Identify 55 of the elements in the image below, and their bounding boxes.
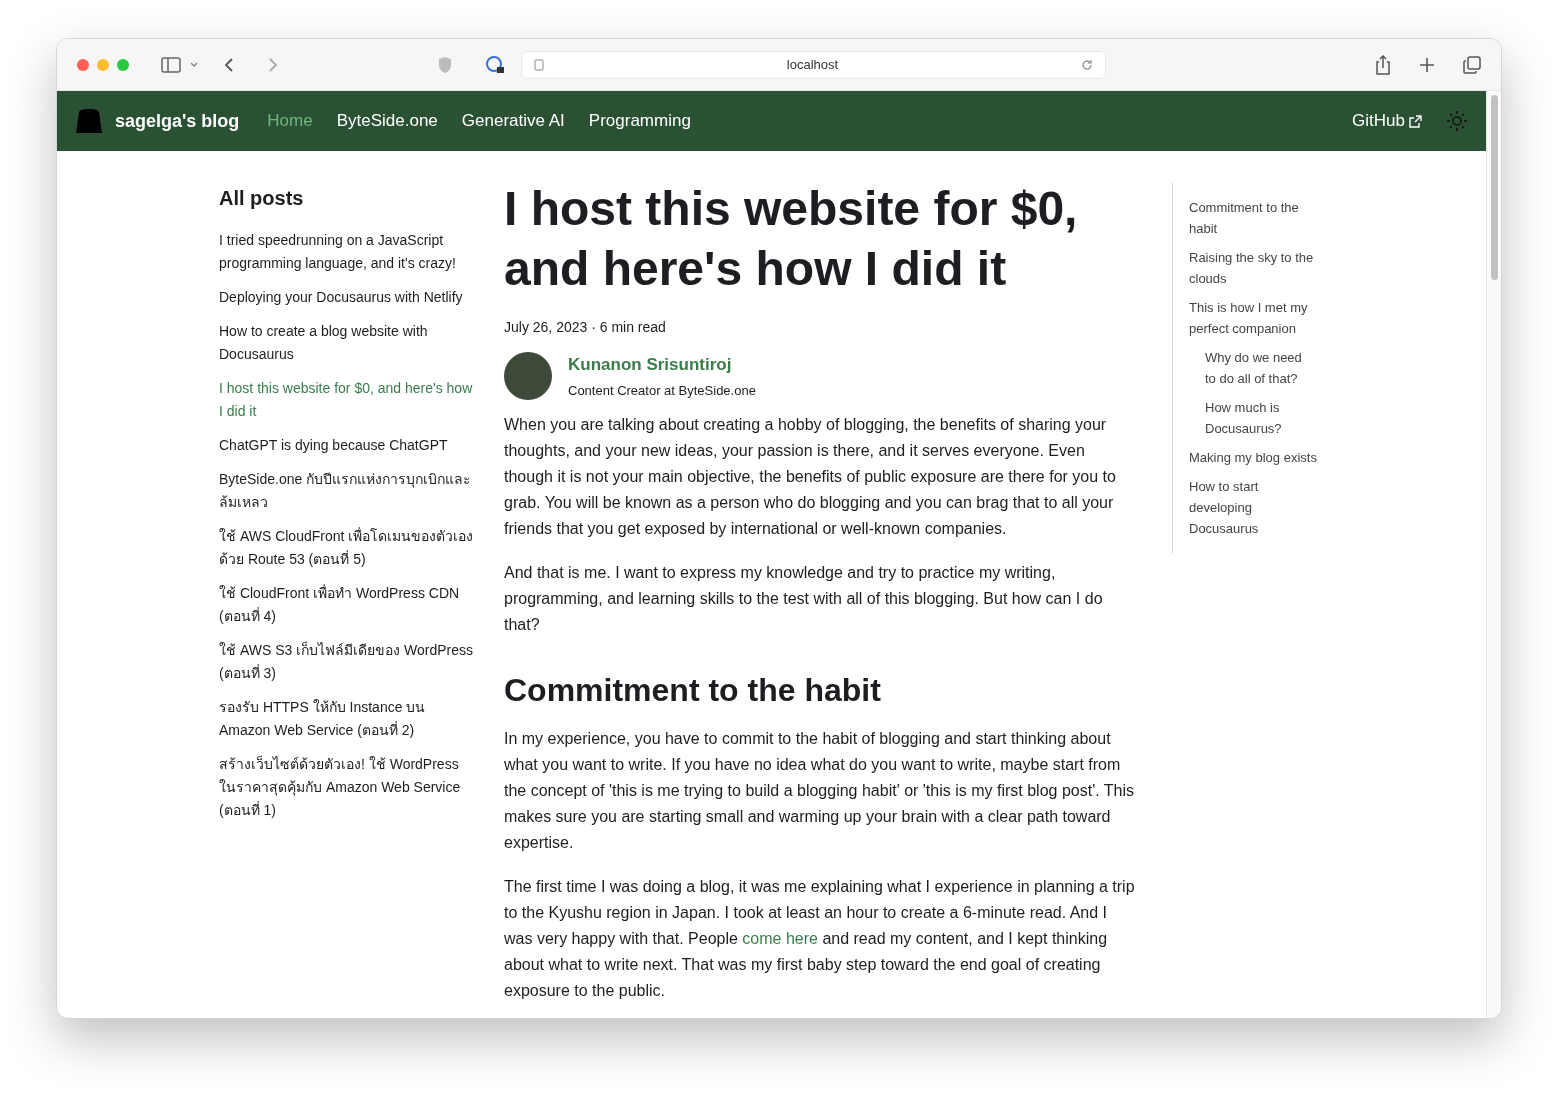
toc-link[interactable]: Why do we need to do all of that? (1189, 347, 1324, 389)
sidebar-post-link[interactable]: I tried speedrunning on a JavaScript programming language, and it's crazy! (219, 229, 474, 275)
sidebar-post-link[interactable]: ChatGPT is dying because ChatGPT (219, 434, 474, 457)
avatar-placeholder (504, 352, 552, 400)
nav-link[interactable]: Programming (588, 108, 691, 134)
site-title[interactable]: sagelga's blog (115, 107, 240, 135)
sidebar-post-link[interactable]: ใช้ AWS S3 เก็บไฟล์มีเดียของ WordPress (ตอนที่ 3) (219, 639, 474, 685)
share-icon[interactable] (1375, 54, 1391, 75)
password-lock-icon[interactable] (485, 54, 505, 75)
address-bar[interactable]: localhost (521, 50, 1106, 79)
sidebar-post-link[interactable]: How to create a blog website with Docusaurus (219, 320, 474, 366)
author-name[interactable]: Kunanon Srisuntiroj (568, 352, 756, 378)
scrollbar[interactable] (1486, 91, 1501, 1018)
post-date: July 26, 2023 · 6 min read (504, 318, 667, 337)
forward-icon[interactable] (267, 56, 279, 73)
toc-link[interactable]: Commitment to the habit (1189, 197, 1324, 239)
paragraph: And that is me. I want to express my knowledge and try to practice my writing, programming, and learning skills to the test with all of this blogging. But how can I do that? (504, 563, 1104, 635)
theme-toggle-icon[interactable] (1446, 110, 1468, 132)
author-role: Content Creator at ByteSide.one (568, 381, 756, 400)
article-title: I host this website for $0, and here's how I did it (504, 181, 1079, 297)
sidebar-icon[interactable] (161, 56, 181, 73)
github-link[interactable]: GitHub (1352, 108, 1422, 134)
toc-link[interactable]: How much is Docusaurus? (1189, 397, 1324, 439)
sidebar-post-link[interactable]: I host this website for $0, and here's how I did it (219, 377, 474, 423)
sidebar-post-link[interactable]: รองรับ HTTPS ให้กับ Instance บน Amazon Web Service (ตอนที่ 2) (219, 696, 474, 742)
sidebar-post-link[interactable]: สร้างเว็บไซต์ด้วยตัวเอง! ใช้ WordPress ในราคาสุดคุ้มกับ Amazon Web Service (ตอนที่ 1) (219, 753, 474, 822)
sidebar-post-link[interactable]: ใช้ AWS CloudFront เพื่อโดเมนของตัวเองด้วย Route 53 (ตอนที่ 5) (219, 525, 474, 571)
paragraph: The first time I was doing a blog, it was me explaining what I experience in planning a trip to the Kyushu region in Japan. I took at least an hour to create a 6-minute read. And I was very happy with that. People come here and read my content, and I kept thinking about what to write next. That was my first baby step toward the end goal of creating exposure to the public. (504, 877, 1136, 1001)
nav-link[interactable]: Home (267, 108, 313, 134)
paragraph: When you are talking about creating a hobby of blogging, the benefits of sharing your thoughts, and your new ideas, your passion is there, and it serves everyone. Even though it is not your main objective, the benefits of public exposure are there for you to grab. You will be known as a person who do blogging and you can brag that to all your friends that you get exposed by international or well-known companies. (504, 415, 1117, 539)
zoom-window-button[interactable] (117, 58, 129, 71)
plus-icon[interactable] (1419, 56, 1435, 73)
external-link-icon (1409, 114, 1422, 128)
toc-link[interactable]: Making my blog exists (1189, 447, 1324, 468)
url-text: localhost (785, 55, 840, 74)
sidebar-post-link[interactable]: ใช้ CloudFront เพื่อทำ WordPress CDN (ตอนที่ 4) (219, 582, 474, 628)
sidebar-post-link[interactable]: Deploying your Docusaurus with Netlify (219, 286, 474, 309)
chevron-down-icon[interactable] (189, 60, 199, 69)
reload-icon[interactable] (1081, 58, 1093, 71)
paragraph: In my experience, you have to commit to the habit of blogging and start thinking about what you want to write. If you have no idea what do you want to write, maybe start from the concept of 'this is me trying to build a blogging habit' or 'this is my first blog post'. This makes sure you are starting small and warming up your brain with a clear path toward expertise. (504, 729, 1135, 853)
inline-link[interactable]: come here (742, 930, 818, 947)
tabs-icon[interactable] (1463, 55, 1481, 74)
toc-link[interactable]: This is how I met my perfect companion (1189, 297, 1324, 339)
close-window-button[interactable] (77, 58, 89, 71)
toc-link[interactable]: Raising the sky to the clouds (1189, 247, 1324, 289)
nav-link[interactable]: ByteSide.one (336, 108, 438, 134)
page-icon (534, 58, 544, 71)
section-heading: Commitment to the habit (504, 671, 882, 710)
sidebar-post-link[interactable]: ByteSide.one กับปีแรกแห่งการบุกเบิกและล้มเหลว (219, 468, 474, 514)
back-icon[interactable] (223, 56, 235, 73)
sidebar-title: All posts (219, 186, 305, 211)
logo-icon[interactable] (75, 108, 103, 134)
shield-icon[interactable] (437, 55, 453, 74)
toc-link[interactable]: How to start developing Docusaurus (1189, 476, 1324, 539)
nav-link[interactable]: Generative AI (461, 108, 565, 134)
